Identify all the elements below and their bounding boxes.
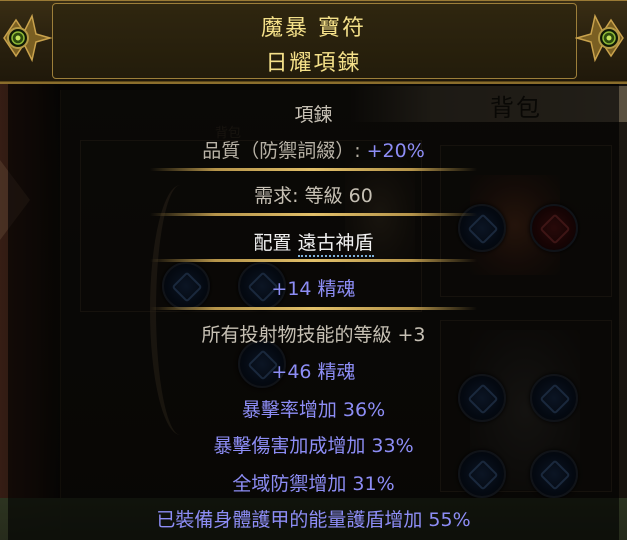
- explicit-mod: 已裝備身體護甲的能量護盾增加 55%: [156, 509, 471, 531]
- requirements: 需求: 等級 60: [254, 185, 373, 207]
- anoint-label: 配置: [253, 232, 298, 254]
- quality-line: 品質（防禦詞綴）: +20%: [0, 136, 627, 163]
- explicit-mod: 所有投射物技能的等級 +3: [201, 324, 426, 346]
- item-name: 魔暴 寶符: [261, 16, 366, 41]
- game-screen: 背包 背包 魔暴 寶符 日耀項鍊 項鍊 品質（防禦詞綴）: +20%: [0, 0, 627, 540]
- explicit-mod: +46 精魂: [271, 361, 356, 383]
- section-separator: [150, 213, 477, 216]
- section-separator: [150, 307, 477, 310]
- explicit-mod: 暴擊傷害加成增加 33%: [213, 435, 414, 457]
- anoint-passive[interactable]: 遠古神盾: [297, 232, 374, 257]
- section-separator: [150, 259, 477, 262]
- quality-value: +20%: [366, 140, 425, 162]
- explicit-mod: 全域防禦增加 31%: [232, 473, 395, 495]
- implicit-mod: +14 精魂: [271, 278, 356, 300]
- section-separator: [150, 168, 477, 171]
- quality-label: 品質（防禦詞綴）:: [202, 140, 367, 162]
- tooltip-header: 魔暴 寶符 日耀項鍊: [0, 0, 627, 84]
- anoint-line: 配置 遠古神盾: [0, 228, 627, 257]
- explicit-mod: 暴擊率增加 36%: [241, 399, 386, 421]
- item-base-type: 日耀項鍊: [265, 51, 362, 76]
- item-class: 項鍊: [294, 104, 333, 126]
